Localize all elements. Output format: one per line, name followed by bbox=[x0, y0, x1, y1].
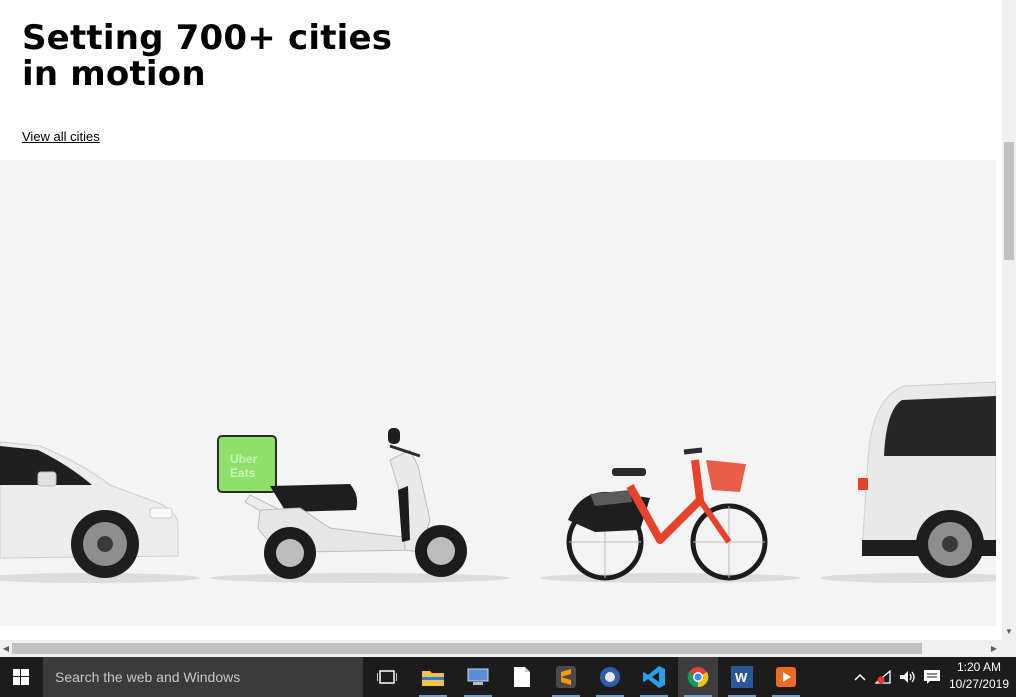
scrollbar-corner bbox=[1002, 640, 1016, 657]
scooter-illustration: Uber Eats bbox=[217, 428, 467, 579]
start-button[interactable] bbox=[0, 657, 42, 697]
van-illustration bbox=[858, 381, 996, 578]
sublime-text-icon[interactable] bbox=[546, 657, 586, 697]
show-hidden-icons-chevron-icon[interactable] bbox=[850, 657, 870, 697]
file-explorer-icon[interactable] bbox=[413, 657, 453, 697]
view-all-cities-link[interactable]: View all cities bbox=[22, 129, 100, 144]
scroll-left-arrow-icon[interactable]: ◀ bbox=[0, 640, 12, 657]
visual-studio-code-icon[interactable] bbox=[634, 657, 674, 697]
vehicles-illustration: Uber Eats bbox=[0, 160, 996, 626]
horizontal-scrollbar-thumb[interactable] bbox=[12, 643, 922, 654]
document-icon[interactable] bbox=[502, 657, 542, 697]
uber-eats-box-label-1: Uber bbox=[230, 452, 258, 466]
scroll-right-arrow-icon[interactable]: ▶ bbox=[988, 640, 1000, 657]
vehicles-svg: Uber Eats bbox=[0, 381, 996, 583]
vertical-scrollbar[interactable]: ▼ bbox=[1002, 0, 1016, 640]
network-status-icon[interactable] bbox=[873, 657, 895, 697]
scroll-down-arrow-icon[interactable]: ▼ bbox=[1002, 626, 1016, 638]
windows-taskbar: Search the web and Windows W 1:20 AM 10/… bbox=[0, 657, 1016, 697]
bike-illustration bbox=[566, 447, 768, 581]
page-headline: Setting 700+ cities in motion bbox=[22, 18, 393, 94]
taskbar-search-box[interactable]: Search the web and Windows bbox=[43, 657, 363, 697]
car-illustration bbox=[0, 441, 179, 578]
action-center-icon[interactable] bbox=[921, 657, 943, 697]
google-chrome-icon[interactable] bbox=[678, 657, 718, 697]
vertical-scrollbar-thumb[interactable] bbox=[1004, 142, 1014, 260]
clock-time: 1:20 AM bbox=[956, 660, 1002, 674]
web-page: Setting 700+ cities in motion View all c… bbox=[0, 0, 1002, 640]
taskbar-clock[interactable]: 1:20 AM 10/27/2019 bbox=[946, 659, 1012, 693]
microsoft-word-icon[interactable]: W bbox=[722, 657, 762, 697]
svg-text:W: W bbox=[735, 670, 748, 685]
uber-eats-box-label-2: Eats bbox=[230, 466, 256, 480]
horizontal-scrollbar[interactable]: ◀ ▶ bbox=[0, 640, 1002, 657]
windows-logo-icon bbox=[13, 669, 29, 685]
network-app-icon[interactable] bbox=[458, 657, 498, 697]
volume-icon[interactable] bbox=[897, 657, 919, 697]
clock-date: 10/27/2019 bbox=[948, 677, 1010, 691]
app-icon[interactable] bbox=[590, 657, 630, 697]
task-view-icon[interactable] bbox=[367, 657, 407, 697]
media-player-icon[interactable] bbox=[766, 657, 806, 697]
